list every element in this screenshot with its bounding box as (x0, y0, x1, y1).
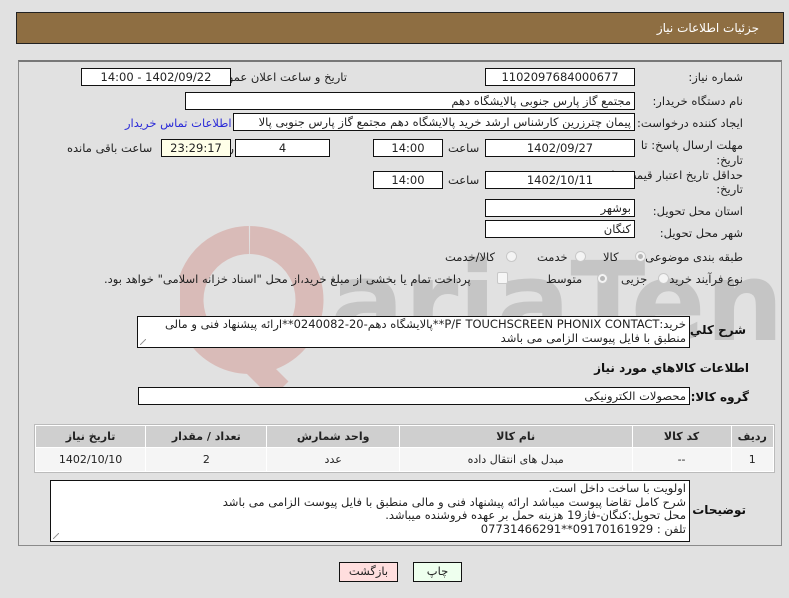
goods-group-field: محصولات الکترونیکی (138, 387, 690, 405)
reply-deadline-label-2: تاریخ: (716, 153, 743, 167)
col-unit: واحد شمارش (267, 426, 399, 447)
province-label: استان محل تحویل: (652, 204, 743, 218)
print-button[interactable]: چاپ (413, 562, 462, 582)
cell-item-name: مبدل های انتقال داده (399, 448, 632, 471)
price-validity-time: 14:00 (373, 171, 443, 189)
category-label: طبقه بندی موضوعی: (641, 250, 743, 264)
resize-grip-icon[interactable] (53, 533, 59, 539)
cell-quantity: 2 (146, 448, 267, 471)
province-field: بوشهر (485, 199, 635, 217)
buyer-org-field: مجتمع گاز پارس جنوبی پالایشگاه دهم (185, 92, 635, 110)
category-radio-goods-service[interactable] (506, 251, 517, 262)
category-radio-service[interactable] (575, 251, 586, 262)
description-textarea[interactable]: خرید:P/F TOUCHSCREEN PHONIX CONTACT**پال… (137, 316, 690, 348)
description-text: خرید:P/F TOUCHSCREEN PHONIX CONTACT**پال… (164, 317, 686, 345)
buyer-notes-textarea[interactable]: اولویت با ساخت داخل است. شرح کامل تقاضا … (50, 480, 690, 542)
table-row: 1 -- مبدل های انتقال داده عدد 2 1402/10/… (36, 448, 773, 471)
treasury-note: پرداخت تمام یا بخشی از مبلغ خرید،از محل … (104, 272, 471, 286)
cell-unit: عدد (267, 448, 399, 471)
buyer-notes-line: محل تحویل:کنگان-فاز19 هزینه حمل بر عهده … (385, 508, 686, 522)
category-option-goods-service: کالا/خدمت (445, 250, 496, 264)
price-validity-time-label: ساعت (448, 173, 480, 187)
purchase-type-radio-minor[interactable] (658, 273, 669, 284)
purchase-type-radio-medium[interactable] (597, 273, 608, 284)
price-validity-label-2: تاریخ: (716, 182, 743, 196)
goods-section-title: اطلاعات کالاهاي مورد نیاز (594, 361, 749, 375)
page-title: جزئیات اطلاعات نیاز (656, 21, 759, 35)
requester-label: ایجاد کننده درخواست: (637, 116, 743, 130)
treasury-checkbox[interactable] (497, 272, 508, 284)
page-header: جزئیات اطلاعات نیاز (16, 12, 784, 44)
col-need-date: تاریخ نیاز (36, 426, 146, 447)
need-number-label: شماره نیاز: (688, 70, 743, 84)
requester-field: پیمان چترزرین کارشناس ارشد خرید پالایشگا… (233, 113, 635, 131)
announce-field: 1402/09/22 - 14:00 (81, 68, 231, 86)
buyer-contact-link[interactable]: اطلاعات تماس خریدار (125, 116, 232, 130)
back-button[interactable]: بازگشت (339, 562, 398, 582)
col-quantity: تعداد / مقدار (146, 426, 267, 447)
reply-deadline-date: 1402/09/27 (485, 139, 635, 157)
resize-grip-icon[interactable] (140, 339, 146, 345)
items-table: ردیف کد کالا نام کالا واحد شمارش تعداد /… (34, 424, 775, 473)
cell-item-code: -- (632, 448, 731, 471)
col-row-number: ردیف (731, 426, 773, 447)
reply-deadline-time: 14:00 (373, 139, 443, 157)
buyer-notes-line: شرح کامل تقاضا پیوست میباشد ارائه پیشنها… (222, 494, 686, 509)
category-option-service: خدمت (537, 250, 568, 264)
purchase-type-label: نوع فرآیند خرید : (661, 272, 743, 286)
time-remaining-label: ساعت باقی مانده (67, 141, 153, 155)
reply-time-label: ساعت (448, 141, 480, 155)
price-validity-date: 1402/10/11 (485, 171, 635, 189)
cell-need-date: 1402/10/10 (36, 448, 146, 471)
days-remaining-field: 4 (235, 139, 330, 157)
buyer-notes-line: اولویت با ساخت داخل است. (548, 481, 686, 495)
buyer-notes-line: تلفن : 09170161929**07731466291 (480, 521, 686, 536)
col-item-name: نام کالا (399, 426, 632, 447)
purchase-type-option-minor: جزیی (621, 272, 648, 286)
category-radio-goods[interactable] (635, 251, 646, 262)
goods-group-label: گروه کالا: (690, 390, 749, 404)
details-panel (18, 60, 782, 546)
table-header-row: ردیف کد کالا نام کالا واحد شمارش تعداد /… (36, 426, 773, 447)
city-field: کنگان (485, 220, 635, 238)
time-remaining-field: 23:29:17 (161, 139, 231, 157)
category-option-goods: کالا (603, 250, 619, 264)
purchase-type-option-medium: متوسط (546, 272, 583, 286)
cell-row-number: 1 (731, 448, 773, 471)
need-number-field: 1102097684000677 (485, 68, 635, 86)
city-label: شهر محل تحویل: (659, 226, 743, 240)
reply-deadline-label: مهلت ارسال پاسخ: تا (640, 138, 743, 152)
col-item-code: کد کالا (632, 426, 731, 447)
buyer-org-label: نام دستگاه خریدار: (652, 94, 743, 108)
